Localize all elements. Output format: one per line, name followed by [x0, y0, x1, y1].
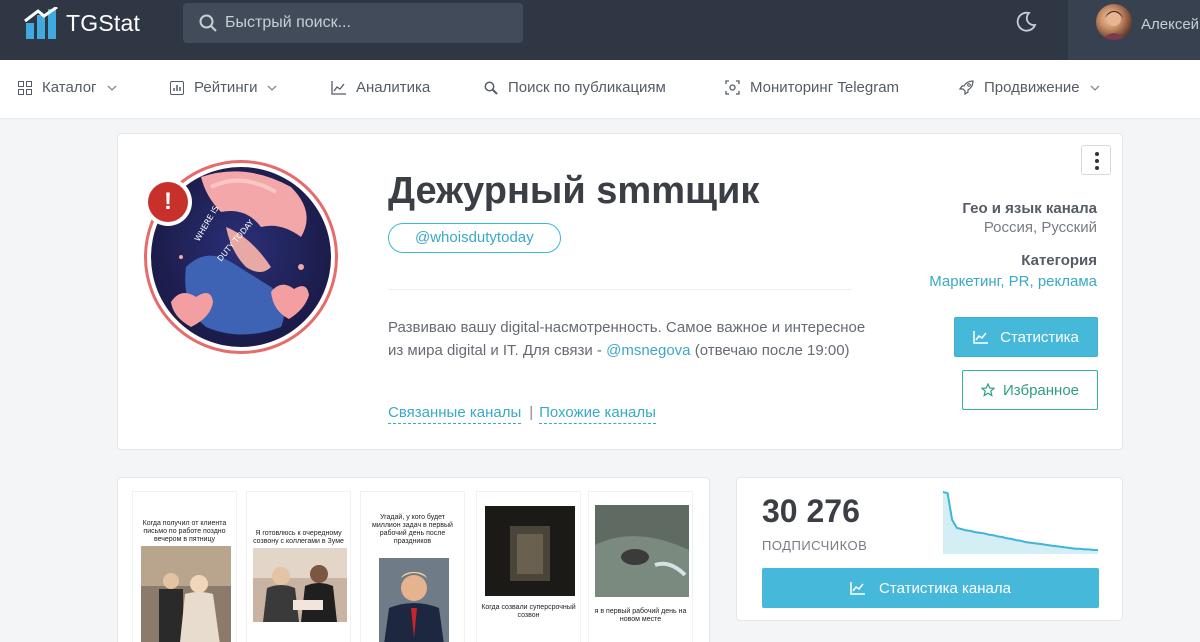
channel-card: WHERE IS DUTY TODAY ! Дежурный smmщик @w…: [117, 133, 1123, 450]
dot-icon: [1095, 152, 1099, 156]
post-caption: Когда созвали суперсрочный созвон: [481, 604, 576, 619]
channel-links: Связанные каналы | Похожие каналы: [388, 404, 656, 424]
post-caption: Когда получил от клиента письмо по работ…: [142, 520, 227, 543]
user-name[interactable]: Алексей: [1141, 16, 1199, 33]
logo[interactable]: TGStat: [24, 6, 140, 40]
sparkline-area: [943, 492, 1098, 554]
recent-posts-card: Когда получил от клиента письмо по работ…: [117, 477, 710, 642]
line-chart-icon: [973, 330, 989, 344]
post-image: [595, 505, 689, 597]
post-caption: Угадай, у кого будет миллион задач в пер…: [372, 514, 453, 545]
contact-link[interactable]: @msnegova: [606, 342, 690, 359]
nav-analytics[interactable]: Аналитика: [331, 79, 430, 96]
subscribers-card: 30 276 ПОДПИСЧИКОВ Статистика канала: [736, 477, 1123, 621]
nav-post-search[interactable]: Поиск по публикациям: [484, 79, 666, 96]
subscribers-label: ПОДПИСЧИКОВ: [762, 538, 868, 553]
dot-icon: [1095, 166, 1099, 170]
search-icon: [484, 81, 498, 95]
channel-title: Дежурный smmщик: [388, 170, 760, 212]
nav-label: Мониторинг Telegram: [750, 79, 900, 96]
post-caption: Я готовлюсь к очередному созвону с колле…: [253, 530, 344, 545]
favorite-button[interactable]: Избранное: [962, 370, 1098, 410]
nav-catalog[interactable]: Каталог: [18, 79, 117, 96]
grid-icon: [18, 80, 32, 95]
geo-label: Гео и язык канала: [962, 200, 1097, 217]
similar-channels-link[interactable]: Похожие каналы: [539, 404, 656, 424]
line-chart-icon: [331, 80, 346, 95]
nav-promotion[interactable]: Продвижение: [959, 79, 1100, 96]
statistics-button-label: Статистика: [1000, 328, 1079, 346]
divider: [388, 289, 852, 290]
post-preview[interactable]: я в первый рабочий день на новом месте: [588, 491, 693, 642]
alert-badge[interactable]: !: [144, 178, 192, 226]
bar-chart-icon: [170, 80, 184, 95]
svg-text:WHERE IS: WHERE IS: [193, 204, 221, 243]
geo-value: Россия, Русский: [983, 219, 1097, 236]
nav-label: Каталог: [42, 79, 97, 96]
search-box[interactable]: [183, 3, 523, 43]
logo-text: TGStat: [66, 9, 141, 36]
related-channels-link[interactable]: Связанные каналы: [388, 404, 522, 424]
channel-handle[interactable]: @whoisdutytoday: [388, 223, 561, 253]
rocket-icon: [959, 80, 974, 95]
search-input[interactable]: [225, 14, 515, 32]
line-chart-icon: [850, 581, 866, 595]
favorite-button-label: Избранное: [1002, 381, 1080, 399]
scan-icon: [725, 80, 740, 95]
description-text-end: (отвечаю после 19:00): [690, 342, 850, 359]
chevron-down-icon: [1090, 85, 1100, 91]
user-avatar[interactable]: [1096, 4, 1132, 40]
channel-description: Развиваю вашу digital-насмотренность. Са…: [388, 316, 868, 362]
nav-ratings[interactable]: Рейтинги: [170, 79, 277, 96]
tgstat-logo-icon: [24, 7, 58, 39]
channel-statistics-button-label: Статистика канала: [879, 579, 1011, 597]
channel-statistics-button[interactable]: Статистика канала: [762, 568, 1099, 608]
dot-icon: [1095, 159, 1099, 163]
nav-label: Поиск по публикациям: [508, 79, 666, 96]
statistics-button[interactable]: Статистика: [954, 317, 1098, 357]
post-image: [141, 546, 231, 642]
post-image: [485, 506, 575, 596]
post-caption: я в первый рабочий день на новом месте: [594, 608, 687, 623]
subscribers-sparkline: [942, 491, 1098, 554]
moon-icon[interactable]: [1014, 10, 1038, 34]
post-preview[interactable]: Когда созвали суперсрочный созвон: [476, 491, 581, 642]
more-options-button[interactable]: [1081, 145, 1111, 175]
main-nav: Каталог Рейтинги Аналитика Поиск по публ…: [0, 60, 1200, 119]
search-icon: [199, 14, 217, 32]
nav-label: Аналитика: [356, 79, 431, 96]
post-preview[interactable]: Когда получил от клиента письмо по работ…: [132, 491, 237, 642]
post-image: [379, 558, 449, 642]
chevron-down-icon: [107, 85, 116, 91]
nav-monitoring[interactable]: Мониторинг Telegram: [725, 79, 899, 96]
post-preview[interactable]: Я готовлюсь к очередному созвону с колле…: [246, 491, 351, 642]
nav-label: Рейтинги: [194, 79, 258, 96]
nav-label: Продвижение: [984, 79, 1080, 96]
category-link[interactable]: Маркетинг, PR, реклама: [929, 273, 1097, 290]
link-separator: |: [529, 404, 534, 421]
post-preview[interactable]: Угадай, у кого будет миллион задач в пер…: [360, 491, 465, 642]
alert-icon: !: [148, 182, 188, 222]
post-image: [253, 548, 347, 622]
top-bar: TGStat Алексей: [0, 0, 1200, 60]
category-label: Категория: [1021, 252, 1097, 269]
subscribers-count: 30 276: [762, 493, 860, 529]
star-icon: [980, 383, 995, 397]
user-menu[interactable]: Алексей: [1068, 0, 1200, 60]
chevron-down-icon: [267, 85, 277, 91]
